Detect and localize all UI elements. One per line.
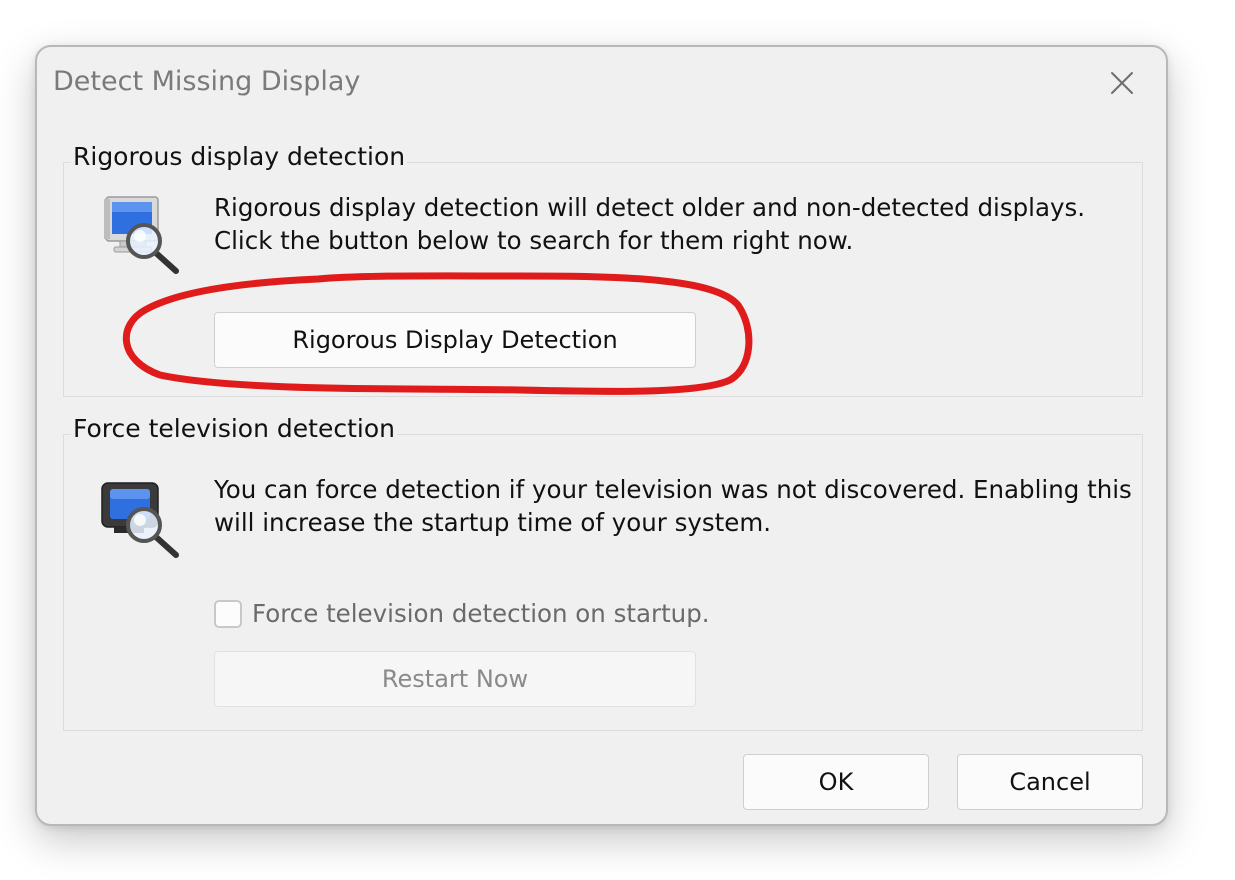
- close-button[interactable]: [1104, 65, 1140, 101]
- dialog-title: Detect Missing Display: [53, 66, 361, 97]
- tv-description-line2: will increase the startup time of your s…: [214, 508, 772, 537]
- force-tv-detection-label: Force television detection on startup.: [252, 599, 710, 628]
- rigorous-detection-legend: Rigorous display detection: [71, 142, 408, 171]
- television-magnifier-icon: [100, 477, 184, 561]
- force-tv-detection-checkbox[interactable]: [214, 599, 242, 628]
- tv-detection-legend: Force television detection: [71, 414, 397, 443]
- cancel-button[interactable]: Cancel: [957, 754, 1143, 810]
- close-icon: [1111, 72, 1133, 94]
- tv-description-line1: You can force detection if your televisi…: [214, 475, 1132, 504]
- ok-button[interactable]: OK: [743, 754, 929, 810]
- force-tv-detection-checkbox-row[interactable]: Force television detection on startup.: [214, 599, 710, 628]
- rigorous-detection-group: Rigorous display detection Rigorous disp…: [63, 142, 1143, 397]
- tv-detection-group: Force television detection You can force…: [63, 414, 1143, 731]
- title-bar: Detect Missing Display: [37, 47, 1166, 119]
- rigorous-description-line2: Click the button below to search for the…: [214, 226, 854, 255]
- monitor-magnifier-icon: [100, 193, 184, 277]
- rigorous-display-detection-button[interactable]: Rigorous Display Detection: [214, 312, 696, 368]
- detect-missing-display-dialog: Detect Missing Display Rigorous display …: [35, 45, 1168, 826]
- rigorous-description-line1: Rigorous display detection will detect o…: [214, 193, 1086, 222]
- restart-now-button[interactable]: Restart Now: [214, 651, 696, 707]
